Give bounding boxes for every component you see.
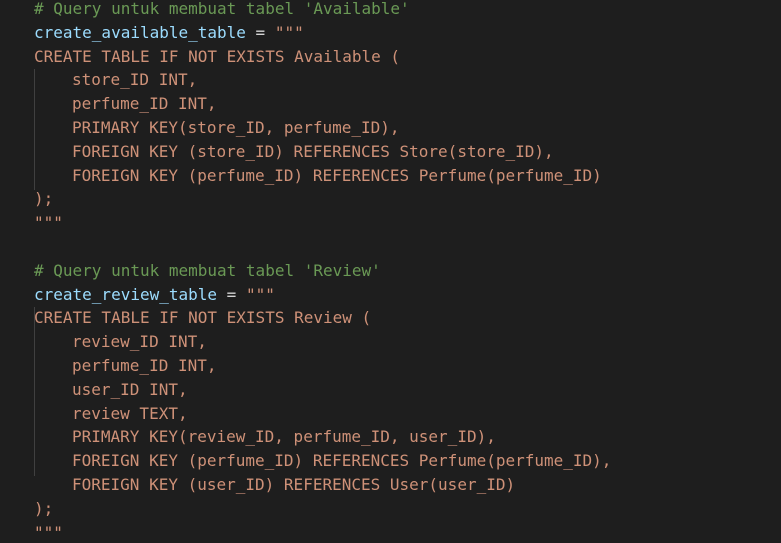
code-line: perfume_ID INT,: [34, 92, 611, 116]
string-literal: PRIMARY KEY(review_ID, perfume_ID, user_…: [72, 427, 496, 447]
code-line: # Query untuk membuat tabel 'Available': [34, 0, 611, 21]
string-literal: PRIMARY KEY(store_ID, perfume_ID),: [72, 117, 400, 137]
string-literal: store_ID INT,: [72, 70, 198, 90]
operator: =: [245, 22, 275, 42]
comment: # Query untuk membuat tabel 'Available': [34, 0, 410, 18]
code-line: PRIMARY KEY(store_ID, perfume_ID),: [34, 116, 611, 140]
code-editor[interactable]: # Query untuk membuat tabel 'Available' …: [0, 0, 781, 543]
string-literal: """: [34, 522, 63, 542]
code-line: create_available_table = """: [34, 21, 611, 45]
string-literal: );: [34, 189, 54, 209]
code-line: review_ID INT,: [34, 330, 611, 354]
string-literal: CREATE TABLE IF NOT EXISTS Available (: [34, 46, 401, 66]
string-literal: """: [34, 213, 63, 233]
variable-name: create_review_table: [34, 284, 218, 304]
code-line: PRIMARY KEY(review_ID, perfume_ID, user_…: [34, 425, 611, 449]
code-line: );: [34, 497, 611, 521]
string-literal: review TEXT,: [72, 403, 188, 423]
code-line: FOREIGN KEY (user_ID) REFERENCES User(us…: [34, 473, 611, 497]
code-line: perfume_ID INT,: [34, 354, 611, 378]
variable-name: create_available_table: [34, 22, 246, 42]
code-line: FOREIGN KEY (perfume_ID) REFERENCES Perf…: [34, 164, 611, 188]
string-literal: CREATE TABLE IF NOT EXISTS Review (: [34, 308, 372, 328]
code-block[interactable]: # Query untuk membuat tabel 'Available' …: [34, 0, 611, 543]
code-line: );: [34, 187, 611, 211]
code-line: user_ID INT,: [34, 378, 611, 402]
string-literal: """: [245, 284, 275, 304]
string-literal: """: [274, 22, 304, 42]
string-literal: FOREIGN KEY (perfume_ID) REFERENCES Perf…: [72, 451, 612, 471]
string-literal: perfume_ID INT,: [72, 355, 217, 375]
string-literal: review_ID INT,: [72, 332, 207, 352]
code-line: create_review_table = """: [34, 283, 611, 307]
code-line: """: [34, 211, 611, 235]
string-literal: FOREIGN KEY (store_ID) REFERENCES Store(…: [72, 141, 554, 161]
string-literal: );: [34, 498, 54, 518]
code-line: review TEXT,: [34, 402, 611, 426]
code-line: store_ID INT,: [34, 68, 611, 92]
string-literal: perfume_ID INT,: [72, 94, 217, 114]
code-line: CREATE TABLE IF NOT EXISTS Available (: [34, 45, 611, 69]
string-literal: FOREIGN KEY (perfume_ID) REFERENCES Perf…: [72, 165, 602, 185]
operator: =: [217, 284, 246, 304]
string-literal: user_ID INT,: [72, 379, 188, 399]
code-line: FOREIGN KEY (perfume_ID) REFERENCES Perf…: [34, 449, 611, 473]
string-literal: FOREIGN KEY (user_ID) REFERENCES User(us…: [72, 474, 516, 494]
code-line: """: [34, 521, 611, 543]
code-line: FOREIGN KEY (store_ID) REFERENCES Store(…: [34, 140, 611, 164]
comment: # Query untuk membuat tabel 'Review': [34, 260, 381, 280]
code-line: CREATE TABLE IF NOT EXISTS Review (: [34, 306, 611, 330]
code-line: # Query untuk membuat tabel 'Review': [34, 259, 611, 283]
